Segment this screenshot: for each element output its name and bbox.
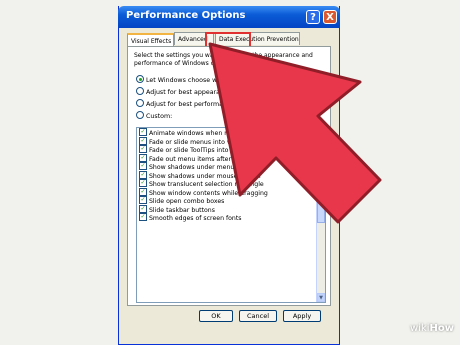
pointer-arrow-overlay [208, 42, 382, 224]
red-arrow-icon [208, 42, 382, 224]
watermark: wikiHow [410, 323, 455, 334]
